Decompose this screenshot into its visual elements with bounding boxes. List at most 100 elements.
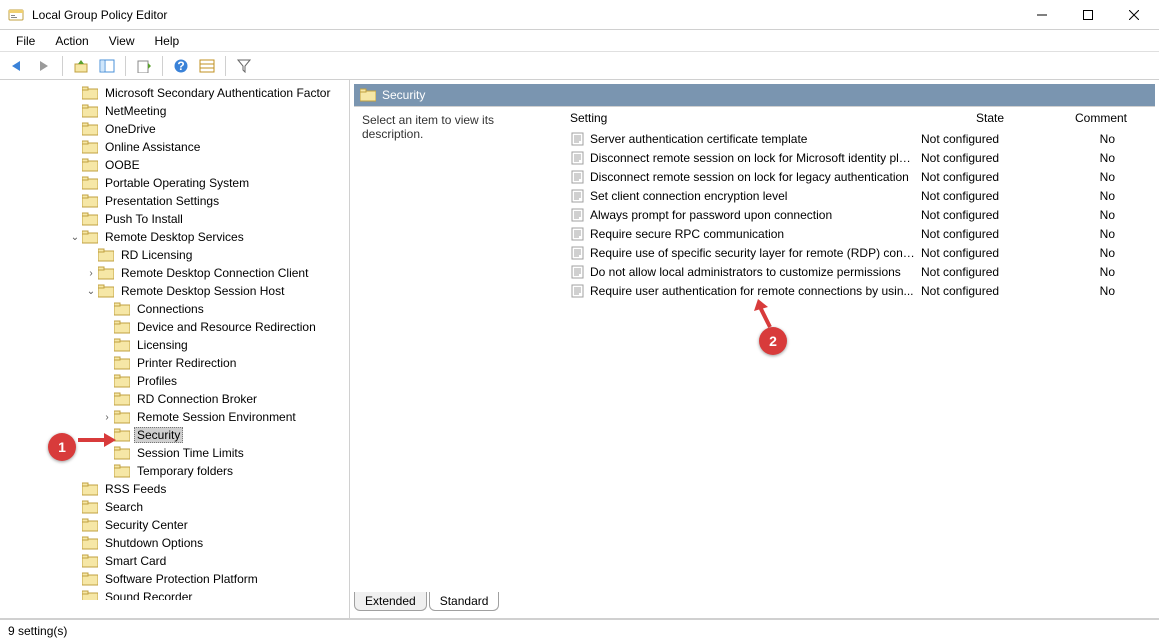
tree-item[interactable]: Presentation Settings <box>4 192 349 210</box>
titlebar: Local Group Policy Editor <box>0 0 1159 30</box>
tree-item[interactable]: Software Protection Platform <box>4 570 349 588</box>
setting-name: Require secure RPC communication <box>590 227 915 241</box>
tree-item[interactable]: Security Center <box>4 516 349 534</box>
setting-name: Require user authentication for remote c… <box>590 284 915 298</box>
tree-item-label: Portable Operating System <box>102 176 252 190</box>
tree-item[interactable]: OneDrive <box>4 120 349 138</box>
toolbar-separator <box>162 56 163 76</box>
tree-item[interactable]: Microsoft Secondary Authentication Facto… <box>4 84 349 102</box>
tree-item[interactable]: Online Assistance <box>4 138 349 156</box>
menu-file[interactable]: File <box>6 32 45 50</box>
tree-item[interactable]: ›Remote Session Environment <box>4 408 349 426</box>
tree-item[interactable]: RSS Feeds <box>4 480 349 498</box>
tree-item[interactable]: Search <box>4 498 349 516</box>
tree-item[interactable]: Smart Card <box>4 552 349 570</box>
column-setting[interactable]: Setting <box>570 111 915 125</box>
tree-item[interactable]: Printer Redirection <box>4 354 349 372</box>
setting-state: Not configured <box>915 170 1065 184</box>
tree-item[interactable]: RD Connection Broker <box>4 390 349 408</box>
properties-button[interactable] <box>195 54 219 78</box>
tree-item-label: Remote Desktop Session Host <box>118 284 287 298</box>
setting-row[interactable]: Server authentication certificate templa… <box>564 129 1155 148</box>
setting-state: Not configured <box>915 189 1065 203</box>
tree-item-label: Software Protection Platform <box>102 572 261 586</box>
setting-comment: No <box>1065 208 1155 222</box>
folder-icon <box>82 122 98 136</box>
tree-item[interactable]: Profiles <box>4 372 349 390</box>
show-hide-tree-button[interactable] <box>95 54 119 78</box>
menu-action[interactable]: Action <box>45 32 98 50</box>
tree-item[interactable]: Sound Recorder <box>4 588 349 600</box>
help-button[interactable]: ? <box>169 54 193 78</box>
setting-row[interactable]: Disconnect remote session on lock for le… <box>564 167 1155 186</box>
up-level-button[interactable] <box>69 54 93 78</box>
menu-view[interactable]: View <box>99 32 145 50</box>
setting-row[interactable]: Do not allow local administrators to cus… <box>564 262 1155 281</box>
folder-icon <box>98 248 114 262</box>
setting-row[interactable]: Require secure RPC communicationNot conf… <box>564 224 1155 243</box>
export-list-button[interactable] <box>132 54 156 78</box>
tree-item[interactable]: NetMeeting <box>4 102 349 120</box>
tree-item-label: Sound Recorder <box>102 590 195 600</box>
status-text: 9 setting(s) <box>8 624 67 638</box>
svg-text:?: ? <box>177 59 184 73</box>
settings-list[interactable]: Server authentication certificate templa… <box>564 129 1155 592</box>
tree-item[interactable]: ⌄ Remote Desktop Session Host <box>4 282 349 300</box>
tree-item[interactable]: OOBE <box>4 156 349 174</box>
setting-row[interactable]: Set client connection encryption levelNo… <box>564 186 1155 205</box>
tree-item-label: Smart Card <box>102 554 169 568</box>
folder-icon <box>82 104 98 118</box>
tree-pane: Microsoft Secondary Authentication Facto… <box>0 80 350 618</box>
tree-item[interactable]: Connections <box>4 300 349 318</box>
folder-icon <box>82 86 98 100</box>
tree-item[interactable]: Push To Install <box>4 210 349 228</box>
setting-row[interactable]: Disconnect remote session on lock for Mi… <box>564 148 1155 167</box>
tab-standard[interactable]: Standard <box>429 592 500 611</box>
setting-icon <box>570 265 586 279</box>
toolbar-separator <box>62 56 63 76</box>
tree-item[interactable]: Portable Operating System <box>4 174 349 192</box>
menubar: File Action View Help <box>0 30 1159 52</box>
column-comment[interactable]: Comment <box>1065 111 1155 125</box>
folder-icon <box>114 392 130 406</box>
back-button[interactable] <box>6 54 30 78</box>
details-header: Security <box>354 84 1155 106</box>
tab-extended[interactable]: Extended <box>354 592 427 611</box>
setting-state: Not configured <box>915 227 1065 241</box>
status-bar: 9 setting(s) <box>0 619 1159 641</box>
tree-view[interactable]: Microsoft Secondary Authentication Facto… <box>0 80 349 600</box>
tree-item[interactable]: Device and Resource Redirection <box>4 318 349 336</box>
folder-icon <box>114 338 130 352</box>
setting-row[interactable]: Require use of specific security layer f… <box>564 243 1155 262</box>
tree-item[interactable]: Temporary folders <box>4 462 349 480</box>
minimize-button[interactable] <box>1019 0 1065 30</box>
setting-state: Not configured <box>915 265 1065 279</box>
setting-row[interactable]: Always prompt for password upon connecti… <box>564 205 1155 224</box>
tree-item[interactable]: Licensing <box>4 336 349 354</box>
folder-icon <box>82 212 98 226</box>
maximize-button[interactable] <box>1065 0 1111 30</box>
setting-row[interactable]: Require user authentication for remote c… <box>564 281 1155 300</box>
app-icon <box>8 7 24 23</box>
tree-item-label: Security <box>134 427 183 443</box>
setting-state: Not configured <box>915 246 1065 260</box>
expand-toggle[interactable]: ⌄ <box>84 286 98 297</box>
settings-columns[interactable]: Setting State Comment <box>564 107 1155 129</box>
setting-comment: No <box>1065 265 1155 279</box>
expand-toggle[interactable]: ⌄ <box>68 232 82 243</box>
tree-item-label: NetMeeting <box>102 104 169 118</box>
expand-toggle[interactable]: › <box>84 268 98 279</box>
expand-toggle[interactable]: › <box>100 412 114 423</box>
tree-item[interactable]: RD Licensing <box>4 246 349 264</box>
folder-icon <box>114 446 130 460</box>
close-button[interactable] <box>1111 0 1157 30</box>
column-state[interactable]: State <box>915 111 1065 125</box>
forward-button[interactable] <box>32 54 56 78</box>
menu-help[interactable]: Help <box>145 32 190 50</box>
filter-button[interactable] <box>232 54 256 78</box>
tree-item-label: Push To Install <box>102 212 186 226</box>
tree-item[interactable]: ⌄Remote Desktop Services <box>4 228 349 246</box>
tree-item[interactable]: ›Remote Desktop Connection Client <box>4 264 349 282</box>
tree-item[interactable]: Shutdown Options <box>4 534 349 552</box>
folder-icon <box>114 410 130 424</box>
